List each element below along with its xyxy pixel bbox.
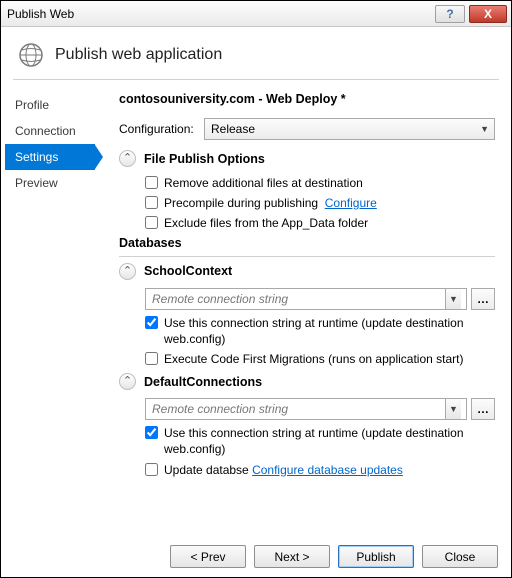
precompile-checkbox[interactable]: Precompile during publishing Configure	[145, 195, 495, 211]
dialog-title: Publish web application	[55, 46, 222, 64]
prev-button[interactable]: < Prev	[170, 545, 246, 568]
defaultconnections-use-conn-checkbox[interactable]: Use this connection string at runtime (u…	[145, 425, 495, 457]
collapse-icon: ⌃	[119, 373, 136, 390]
defaultconnections-update-db-checkbox[interactable]: Update databse Configure database update…	[145, 462, 495, 478]
sidebar-item-connection[interactable]: Connection	[5, 118, 95, 144]
profile-title: contosouniversity.com - Web Deploy *	[119, 92, 495, 106]
file-publish-body: Remove additional files at destination P…	[119, 175, 495, 232]
wizard-sidebar: Profile Connection Settings Preview	[5, 92, 101, 482]
dialog-body: Profile Connection Settings Preview cont…	[1, 80, 511, 482]
remove-files-checkbox[interactable]: Remove additional files at destination	[145, 175, 495, 191]
close-window-button[interactable]: X	[469, 5, 507, 23]
divider	[119, 256, 495, 257]
collapse-icon: ⌃	[119, 150, 136, 167]
window-title: Publish Web	[7, 7, 435, 21]
main-panel: contosouniversity.com - Web Deploy * Con…	[101, 92, 495, 482]
collapse-icon: ⌃	[119, 263, 136, 280]
title-bar: Publish Web ? X	[1, 1, 511, 27]
schoolcontext-use-conn-checkbox[interactable]: Use this connection string at runtime (u…	[145, 315, 495, 347]
configure-db-updates-link[interactable]: Configure database updates	[252, 463, 403, 477]
chevron-down-icon: ▼	[480, 124, 489, 134]
defaultconnections-title: DefaultConnections	[144, 375, 262, 389]
defaultconnections-connection-input[interactable]: Remote connection string ▼	[145, 398, 467, 420]
dialog-footer: < Prev Next > Publish Close	[170, 545, 498, 568]
schoolcontext-conn-row: Remote connection string ▼ …	[145, 288, 495, 310]
configuration-label: Configuration:	[119, 122, 204, 136]
schoolcontext-opts: Use this connection string at runtime (u…	[119, 315, 495, 368]
chevron-down-icon: ▼	[445, 289, 461, 309]
configuration-row: Configuration: Release ▼	[119, 118, 495, 140]
file-publish-title: File Publish Options	[144, 152, 265, 166]
databases-title: Databases	[119, 236, 495, 250]
defaultconnections-header[interactable]: ⌃ DefaultConnections	[119, 373, 495, 390]
close-button[interactable]: Close	[422, 545, 498, 568]
sidebar-item-preview[interactable]: Preview	[5, 170, 95, 196]
schoolcontext-browse-button[interactable]: …	[471, 288, 495, 310]
defaultconnections-browse-button[interactable]: …	[471, 398, 495, 420]
exclude-appdata-checkbox[interactable]: Exclude files from the App_Data folder	[145, 215, 495, 231]
publish-button[interactable]: Publish	[338, 545, 414, 568]
dialog-header: Publish web application	[1, 27, 511, 79]
configuration-select[interactable]: Release ▼	[204, 118, 495, 140]
configure-precompile-link[interactable]: Configure	[325, 196, 377, 210]
schoolcontext-header[interactable]: ⌃ SchoolContext	[119, 263, 495, 280]
next-button[interactable]: Next >	[254, 545, 330, 568]
sidebar-item-settings[interactable]: Settings	[5, 144, 95, 170]
schoolcontext-title: SchoolContext	[144, 264, 232, 278]
sidebar-item-profile[interactable]: Profile	[5, 92, 95, 118]
schoolcontext-connection-input[interactable]: Remote connection string ▼	[145, 288, 467, 310]
globe-icon	[17, 41, 45, 69]
schoolcontext-migrations-checkbox[interactable]: Execute Code First Migrations (runs on a…	[145, 351, 495, 367]
file-publish-header[interactable]: ⌃ File Publish Options	[119, 150, 495, 167]
help-button[interactable]: ?	[435, 5, 465, 23]
defaultconnections-opts: Use this connection string at runtime (u…	[119, 425, 495, 478]
defaultconnections-conn-row: Remote connection string ▼ …	[145, 398, 495, 420]
chevron-down-icon: ▼	[445, 399, 461, 419]
